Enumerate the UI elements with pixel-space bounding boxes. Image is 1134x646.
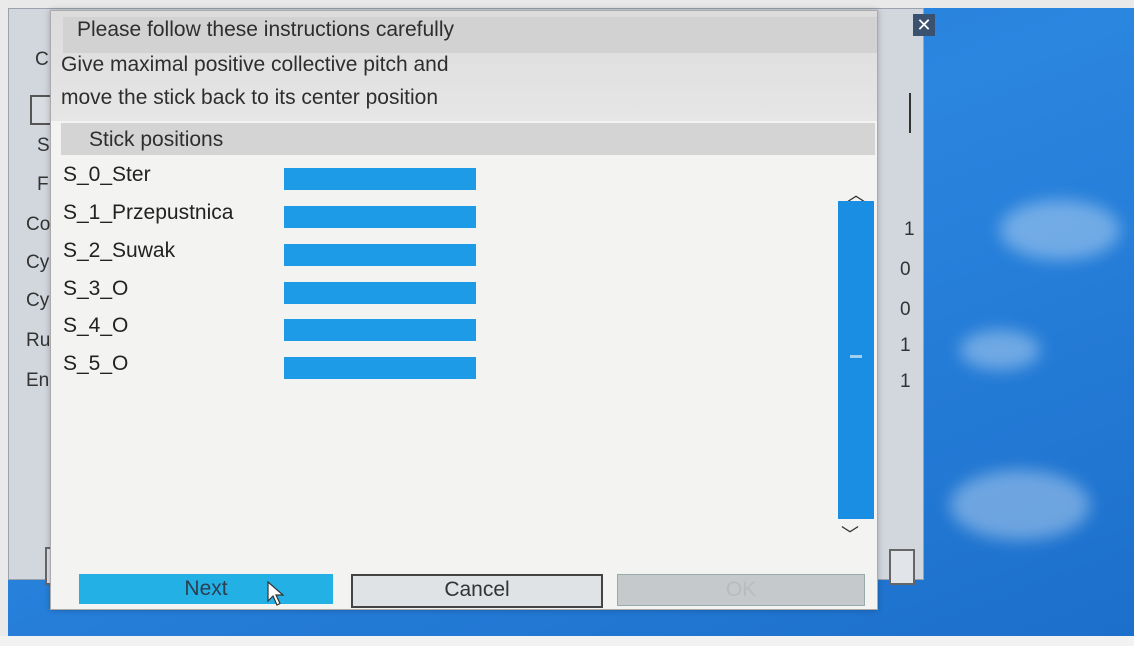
calibration-dialog: Please follow these instructions careful… — [50, 10, 878, 610]
section-title: Stick positions — [89, 128, 224, 151]
stick-position-bar — [284, 282, 476, 304]
background-label: En — [26, 370, 50, 391]
stick-position-bar — [284, 244, 476, 266]
background-value: 1 — [900, 371, 911, 392]
close-icon[interactable]: ✕ — [913, 14, 935, 36]
cancel-button[interactable]: Cancel — [351, 574, 603, 608]
background-label: S — [37, 135, 50, 156]
background-label: Cy — [26, 290, 50, 311]
stick-label: S_0_Ster — [63, 163, 151, 186]
background-button[interactable] — [889, 549, 915, 585]
sky-cloud — [950, 470, 1090, 540]
screen-frame-bottom — [0, 636, 1134, 646]
screen-frame-left — [0, 0, 8, 646]
next-button[interactable]: Next — [79, 574, 333, 604]
background-label: F — [37, 174, 49, 195]
background-label: Ru — [26, 330, 51, 351]
stick-label: S_1_Przepustnica — [63, 201, 234, 224]
dialog-title: Please follow these instructions careful… — [77, 18, 455, 41]
stick-position-bar — [284, 206, 476, 228]
background-value: 0 — [900, 299, 911, 320]
sky-cloud — [1000, 200, 1120, 260]
stick-label: S_2_Suwak — [63, 239, 176, 262]
stick-position-bar — [284, 357, 476, 379]
background-value: 1 — [904, 219, 915, 240]
background-field-edge — [901, 93, 911, 133]
ok-button[interactable]: OK — [617, 574, 865, 606]
scrollbar-grip — [850, 355, 862, 358]
screen-frame-top — [0, 0, 1134, 8]
dialog-header: Please follow these instructions careful… — [51, 11, 877, 121]
background-value: 0 — [900, 259, 911, 280]
stick-label: S_5_O — [63, 352, 129, 375]
stick-position-bar — [284, 168, 476, 190]
background-label: Cy — [26, 252, 50, 273]
mouse-cursor-icon — [267, 581, 285, 606]
stick-positions-header: Stick positions — [61, 123, 875, 155]
scrollbar-thumb[interactable] — [838, 201, 874, 519]
sky-cloud — [960, 330, 1040, 370]
stick-label: S_4_O — [63, 314, 129, 337]
stick-position-bar — [284, 319, 476, 341]
instruction-line: Give maximal positive collective pitch a… — [61, 53, 449, 76]
background-label: Co — [26, 214, 51, 235]
background-value: 1 — [900, 335, 911, 356]
instruction-line: move the stick back to its center positi… — [61, 86, 439, 109]
background-label: C — [35, 49, 49, 70]
stick-label: S_3_O — [63, 277, 129, 300]
scroll-down-icon[interactable]: ﹀ — [841, 521, 859, 547]
